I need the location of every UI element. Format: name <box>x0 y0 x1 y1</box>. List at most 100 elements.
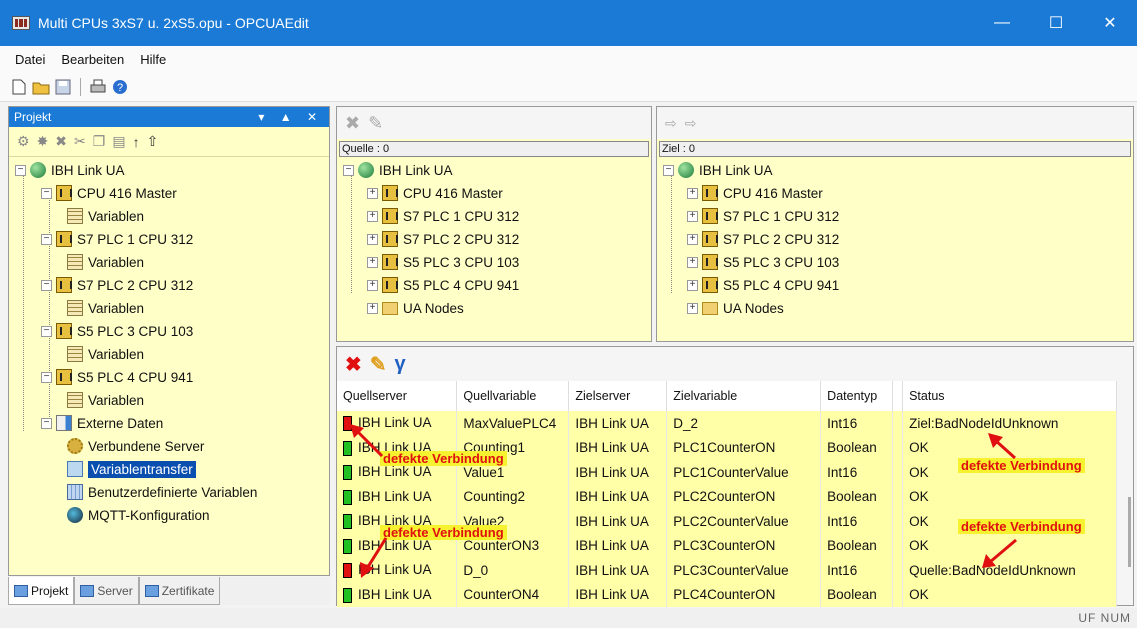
tree-variables-1[interactable]: Variablen <box>67 205 144 227</box>
collapse-icon[interactable]: − <box>343 164 354 176</box>
source-item[interactable]: + UA Nodes <box>367 297 464 319</box>
paste-icon[interactable]: ▤ <box>112 133 125 150</box>
target-item[interactable]: + S7 PLC 1 CPU 312 <box>687 205 839 227</box>
transfer-all-icon[interactable]: ⇨ <box>665 115 677 132</box>
edit-icon[interactable]: ✎ <box>368 113 383 134</box>
target-item[interactable]: + S5 PLC 3 CPU 103 <box>687 251 839 273</box>
expand-icon[interactable]: + <box>687 279 698 291</box>
copy-icon[interactable]: ❐ <box>93 133 106 150</box>
col-zielserver[interactable]: Zielserver <box>568 381 668 411</box>
target-root[interactable]: − IBH Link UA <box>663 159 773 181</box>
collapse-icon[interactable]: − <box>41 187 52 199</box>
move-up-icon[interactable]: ↑ <box>133 134 140 150</box>
pane-controls[interactable]: ▾ ▲ ✕ <box>258 110 329 124</box>
col-datentyp[interactable]: Datentyp <box>820 381 894 411</box>
save-icon[interactable] <box>54 78 72 96</box>
source-root[interactable]: − IBH Link UA <box>343 159 453 181</box>
delete-icon[interactable]: ✖ <box>345 352 362 377</box>
source-item[interactable]: + S5 PLC 4 CPU 941 <box>367 274 519 296</box>
tree-cpu-4[interactable]: − S5 PLC 3 CPU 103 <box>41 320 193 342</box>
menu-bearbeiten[interactable]: Bearbeiten <box>53 52 132 67</box>
target-item[interactable]: + S5 PLC 4 CPU 941 <box>687 274 839 296</box>
collapse-icon[interactable]: − <box>41 279 52 291</box>
add-child-icon[interactable]: ✸ <box>37 133 49 150</box>
col-status[interactable]: Status <box>902 381 1117 411</box>
expand-icon[interactable]: + <box>687 233 698 245</box>
vertical-scrollbar[interactable] <box>1128 497 1131 567</box>
variables-icon <box>67 300 83 316</box>
expand-icon[interactable]: + <box>687 302 698 314</box>
open-folder-icon[interactable] <box>32 78 50 96</box>
collapse-icon[interactable]: − <box>41 417 52 429</box>
tree-cpu-5[interactable]: − S5 PLC 4 CPU 941 <box>41 366 193 388</box>
cell-quellserver: IBH Link UA <box>337 558 458 583</box>
menu-hilfe[interactable]: Hilfe <box>132 52 174 67</box>
connect-icon[interactable]: γ <box>395 353 406 376</box>
tab-server[interactable]: Server <box>74 577 139 605</box>
table-row[interactable]: IBH Link UA Counting2 IBH Link UA PLC2Count… <box>337 484 1117 509</box>
source-item[interactable]: + CPU 416 Master <box>367 182 503 204</box>
source-item[interactable]: + S7 PLC 2 CPU 312 <box>367 228 519 250</box>
expand-icon[interactable]: + <box>367 187 378 199</box>
col-zielvariable[interactable]: Zielvariable <box>666 381 822 411</box>
table-row[interactable]: IBH Link UA CounterON4 IBH Link UA PLC4Coun… <box>337 582 1117 607</box>
delete-icon[interactable]: ✖ <box>345 113 360 134</box>
annotation-label: defekte Verbindung <box>380 451 507 466</box>
maximize-button[interactable]: ☐ <box>1029 0 1083 46</box>
collapse-icon[interactable]: − <box>41 325 52 337</box>
tab-zertifikate[interactable]: Zertifikate <box>138 577 221 605</box>
collapse-icon[interactable]: − <box>15 164 26 176</box>
tree-variables-5[interactable]: Variablen <box>67 389 144 411</box>
tree-cpu-2[interactable]: − S7 PLC 1 CPU 312 <box>41 228 193 250</box>
expand-icon[interactable]: + <box>367 233 378 245</box>
col-blank[interactable] <box>892 381 904 411</box>
collapse-icon[interactable]: − <box>41 233 52 245</box>
target-item[interactable]: + S7 PLC 2 CPU 312 <box>687 228 839 250</box>
expand-icon[interactable]: + <box>367 210 378 222</box>
tree-external-data[interactable]: − Externe Daten <box>41 412 163 434</box>
tree-cpu-3[interactable]: − S7 PLC 2 CPU 312 <box>41 274 193 296</box>
collapse-icon[interactable]: − <box>663 164 674 176</box>
minimize-button[interactable]: — <box>975 0 1029 46</box>
target-item[interactable]: + UA Nodes <box>687 297 784 319</box>
tree-variables-4[interactable]: Variablen <box>67 343 144 365</box>
tree-mqtt[interactable]: MQTT-Konfiguration <box>67 504 210 526</box>
collapse-icon[interactable]: − <box>41 371 52 383</box>
edit-icon[interactable]: ✎ <box>370 352 387 377</box>
tree-cpu-1[interactable]: − CPU 416 Master <box>41 182 177 204</box>
connection-status-icon <box>343 465 352 481</box>
tree-variables-2[interactable]: Variablen <box>67 251 144 273</box>
col-quellvariable[interactable]: Quellvariable <box>456 381 570 411</box>
close-button[interactable]: ✕ <box>1083 0 1137 46</box>
tree-connected-servers[interactable]: Verbundene Server <box>67 435 204 457</box>
expand-icon[interactable]: + <box>367 302 378 314</box>
home-icon[interactable]: ⇧ <box>147 133 159 150</box>
project-pane: Projekt ▾ ▲ ✕ ⚙ ✸ ✖ ✂ ❐ ▤ ↑ ⇧ − IBH Link… <box>8 106 330 576</box>
expand-icon[interactable]: + <box>687 256 698 268</box>
new-file-icon[interactable] <box>10 78 28 96</box>
expand-icon[interactable]: + <box>687 187 698 199</box>
source-item[interactable]: + S5 PLC 3 CPU 103 <box>367 251 519 273</box>
delete-icon[interactable]: ✖ <box>55 133 67 150</box>
cpu-icon <box>382 208 398 224</box>
tab-projekt[interactable]: Projekt <box>8 577 75 605</box>
add-node-icon[interactable]: ⚙ <box>17 133 30 150</box>
tree-user-variables[interactable]: Benutzerdefinierte Variablen <box>67 481 257 503</box>
transfer-icon[interactable]: ⇨ <box>685 115 697 132</box>
expand-icon[interactable]: + <box>367 256 378 268</box>
server-icon <box>358 162 374 178</box>
cell-blank <box>892 533 904 558</box>
tree-variables-3[interactable]: Variablen <box>67 297 144 319</box>
menu-datei[interactable]: Datei <box>7 52 53 67</box>
help-icon[interactable]: ? <box>111 78 129 96</box>
tree-root[interactable]: − IBH Link UA <box>15 159 125 181</box>
tree-variable-transfer[interactable]: Variablentransfer <box>67 458 196 480</box>
col-quellserver[interactable]: Quellserver <box>337 381 458 411</box>
source-item[interactable]: + S7 PLC 1 CPU 312 <box>367 205 519 227</box>
print-icon[interactable] <box>89 78 107 96</box>
expand-icon[interactable]: + <box>687 210 698 222</box>
cell-quellserver: IBH Link UA <box>337 484 458 509</box>
expand-icon[interactable]: + <box>367 279 378 291</box>
cut-icon[interactable]: ✂ <box>74 133 86 150</box>
target-item[interactable]: + CPU 416 Master <box>687 182 823 204</box>
